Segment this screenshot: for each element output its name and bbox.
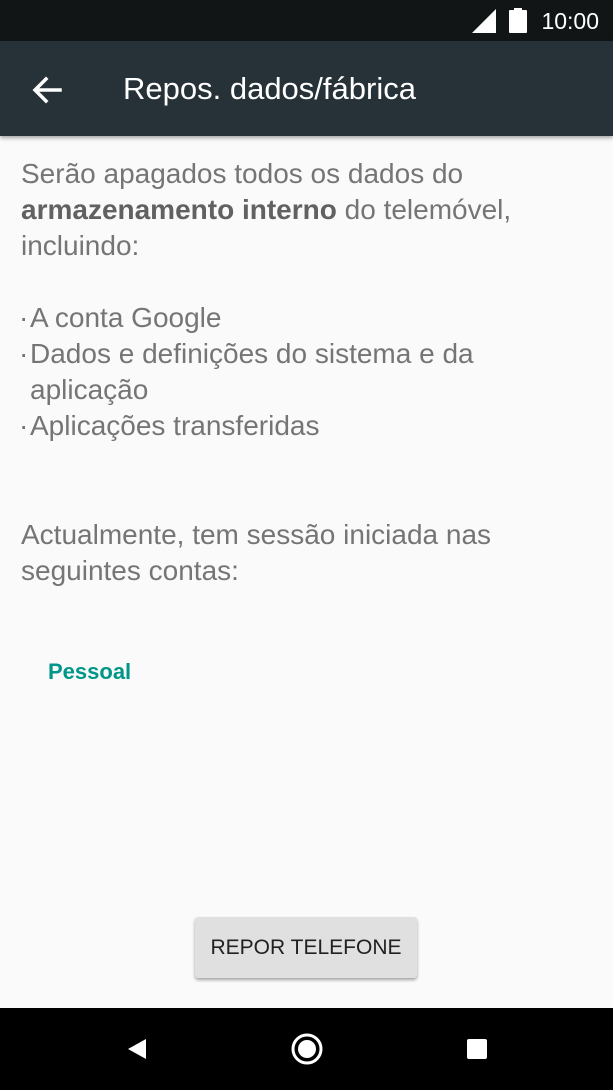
warning-line-1: Serão apagados todos os dados do bbox=[21, 158, 464, 189]
warning-line-3: incluindo: bbox=[21, 230, 140, 261]
warning-bold: armazenamento interno bbox=[21, 194, 337, 225]
sessions-text: Actualmente, tem sessão iniciada nas seg… bbox=[21, 519, 492, 586]
erased-items-list: A conta Google Dados e definições do sis… bbox=[19, 300, 596, 444]
account-label: Pessoal bbox=[48, 659, 132, 684]
warning-line-2: armazenamento interno do telemóvel, bbox=[21, 192, 596, 228]
back-triangle-icon[interactable] bbox=[119, 1031, 155, 1067]
status-bar: 10:00 bbox=[0, 0, 613, 41]
page-title: Repos. dados/fábrica bbox=[123, 71, 416, 106]
navigation-bar bbox=[0, 1008, 613, 1090]
status-time: 10:00 bbox=[541, 8, 599, 34]
list-item: Dados e definições do sistema e da aplic… bbox=[19, 336, 596, 408]
app-bar: Repos. dados/fábrica bbox=[0, 41, 613, 136]
warning-text: Serão apagados todos os dados do armazen… bbox=[19, 156, 596, 444]
recents-square-icon[interactable] bbox=[459, 1031, 495, 1067]
list-item: A conta Google bbox=[19, 300, 596, 336]
list-item: Aplicações transferidas bbox=[19, 408, 596, 444]
warning-after-bold: do telemóvel, bbox=[336, 194, 512, 225]
home-circle-icon[interactable] bbox=[289, 1031, 325, 1067]
signal-icon bbox=[472, 9, 496, 33]
reset-phone-button[interactable]: REPOR TELEFONE bbox=[195, 917, 417, 978]
battery-icon bbox=[509, 8, 527, 33]
arrow-back-icon[interactable] bbox=[22, 65, 72, 115]
